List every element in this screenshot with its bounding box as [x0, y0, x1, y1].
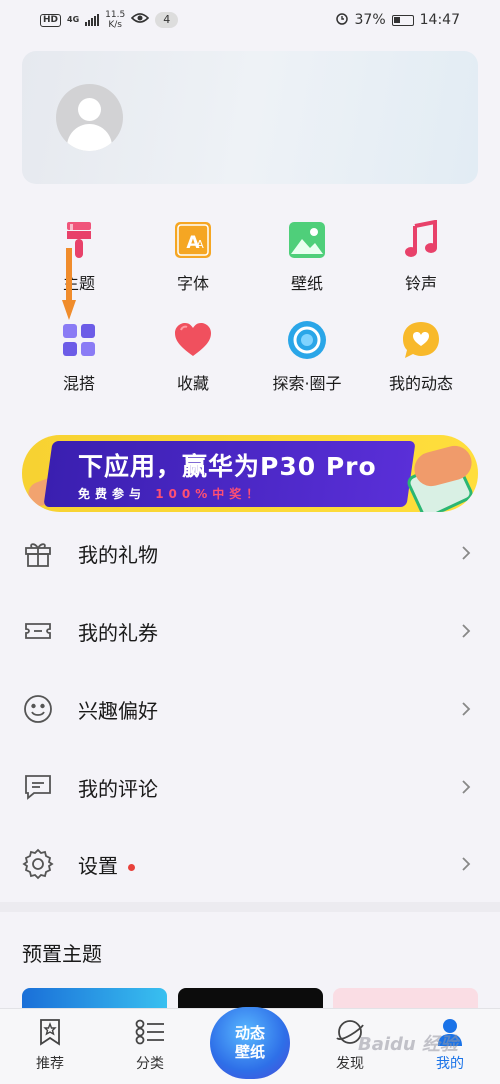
- alarm-icon: [335, 11, 349, 29]
- grid-item-theme[interactable]: 主题: [24, 220, 134, 294]
- hd-badge: HD: [40, 13, 62, 27]
- menu-item-coupons[interactable]: 我的礼券: [0, 592, 500, 670]
- list-icon: [135, 1017, 165, 1047]
- nav-recommend[interactable]: 推荐: [10, 1017, 90, 1073]
- grid-item-my-activity[interactable]: 我的动态: [366, 320, 476, 394]
- grid-label: 混搭: [62, 374, 95, 393]
- live-wallpaper-icon[interactable]: 动态 壁纸: [210, 1007, 290, 1079]
- grid-label: 探索·圈子: [272, 374, 342, 393]
- music-note-icon: [401, 220, 441, 260]
- menu-item-comments[interactable]: 我的评论: [0, 748, 500, 826]
- grid-icon: [59, 320, 99, 360]
- grid-item-font[interactable]: AA 字体: [138, 220, 248, 294]
- gift-icon: [22, 537, 54, 569]
- chevron-right-icon: [462, 780, 471, 794]
- avatar[interactable]: [56, 84, 123, 151]
- notification-badge: 4: [155, 12, 179, 28]
- settings-gear-icon: [22, 848, 54, 880]
- clock-time: 14:47: [419, 12, 460, 28]
- menu-label: 我的礼物: [78, 542, 158, 567]
- chevron-right-icon: [462, 546, 471, 560]
- grid-label: 我的动态: [388, 374, 453, 393]
- menu-item-settings[interactable]: 设置: [0, 825, 500, 903]
- grid-item-wallpaper[interactable]: 壁纸: [252, 220, 362, 294]
- watermark: Baidu 经验: [358, 1034, 459, 1055]
- nav-center-label: 动态: [234, 1024, 265, 1042]
- chevron-right-icon: [462, 624, 471, 638]
- section-title: 预置主题: [22, 942, 102, 966]
- nav-label: 推荐: [36, 1056, 64, 1072]
- signal-icon: [85, 14, 100, 26]
- battery-icon: [391, 14, 414, 26]
- grid-item-favorites[interactable]: 收藏: [138, 320, 248, 394]
- menu-label: 设置: [78, 850, 135, 879]
- comment-icon: [22, 771, 54, 803]
- menu-label: 我的评论: [78, 776, 158, 801]
- grid-item-explore[interactable]: 探索·圈子: [252, 320, 362, 394]
- bookmark-star-icon: [35, 1017, 65, 1047]
- chevron-right-icon: [462, 857, 471, 871]
- ticket-icon: [22, 615, 54, 647]
- nav-label: 我的: [436, 1056, 464, 1072]
- grid-label: 铃声: [404, 274, 437, 293]
- menu-item-interests[interactable]: 兴趣偏好: [0, 670, 500, 748]
- circle-icon: [287, 320, 327, 360]
- menu-label: 我的礼券: [78, 620, 158, 645]
- grid-label: 收藏: [176, 374, 209, 393]
- grid-item-ringtone[interactable]: 铃声: [366, 220, 476, 294]
- arrow-down-icon: [62, 248, 76, 320]
- network-speed: 11.5 K/s: [105, 10, 126, 30]
- wallpaper-icon: [287, 220, 327, 260]
- menu-label: 兴趣偏好: [78, 698, 158, 723]
- menu-item-gifts[interactable]: 我的礼物: [0, 514, 500, 592]
- nav-center-label: 壁纸: [234, 1043, 265, 1061]
- banner-title: 下应用，赢华为P30 Pro: [78, 452, 377, 481]
- heart-icon: [173, 320, 213, 360]
- promo-banner[interactable]: 下应用，赢华为P30 Pro 免费参与 100%中奖！: [22, 435, 478, 512]
- svg-text:A: A: [196, 238, 204, 251]
- network-type: 4G: [67, 15, 80, 24]
- chat-heart-icon: [401, 320, 441, 360]
- notification-dot: [128, 863, 135, 871]
- profile-card[interactable]: [22, 51, 478, 184]
- section-divider: [0, 902, 500, 912]
- status-bar: HD 4G 11.5 K/s 4 37% 14:47: [0, 0, 500, 40]
- banner-subtitle: 免费参与 100%中奖！: [78, 487, 264, 501]
- battery-percent: 37%: [354, 12, 386, 28]
- nav-label: 分类: [136, 1056, 164, 1072]
- eye-icon: [131, 12, 150, 28]
- nav-label: 发现: [336, 1056, 364, 1072]
- chevron-right-icon: [462, 702, 471, 716]
- smile-icon: [22, 693, 54, 725]
- nav-categories[interactable]: 分类: [110, 1017, 190, 1073]
- grid-item-mix[interactable]: 混搭: [24, 320, 134, 394]
- grid-label: 壁纸: [290, 274, 323, 293]
- font-icon: AA: [173, 220, 213, 260]
- grid-label: 字体: [176, 274, 209, 293]
